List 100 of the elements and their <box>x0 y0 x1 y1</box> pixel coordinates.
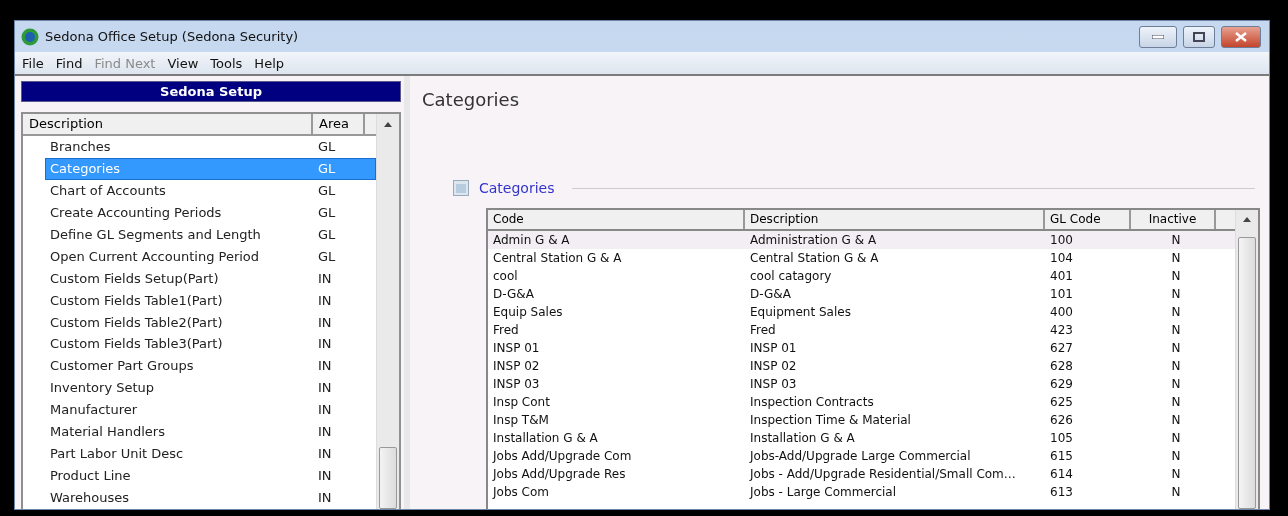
maximize-button[interactable] <box>1183 25 1215 48</box>
table-cell-text: N <box>1170 413 1182 427</box>
list-row[interactable]: Create Accounting Periods GL <box>45 201 376 224</box>
scroll-thumb[interactable] <box>1238 237 1256 509</box>
row-area: IN <box>314 292 366 308</box>
window-title: Sedona Office Setup (Sedona Security) <box>45 29 300 44</box>
row-description: Manufacturer <box>49 402 139 418</box>
table-cell-text: Insp Cont <box>492 395 551 409</box>
table-cell-text: Equipment Sales <box>749 305 852 319</box>
table-cell-text: N <box>1170 377 1182 391</box>
table-cell-text: INSP 03 <box>749 377 798 391</box>
row-description: Custom Fields Table2(Part) <box>49 314 224 330</box>
row-area: GL <box>314 227 366 242</box>
row-area: IN <box>314 270 366 286</box>
row-area: GL <box>314 139 366 155</box>
table-cell-text: 105 <box>1049 431 1074 445</box>
table-cell-text: 626 <box>1049 413 1074 427</box>
menu-item[interactable]: Help <box>249 55 289 71</box>
table-cell-text: Installation G & A <box>749 431 856 445</box>
page-title: Categories <box>422 89 521 112</box>
panel-title: Sedona Setup <box>21 81 401 102</box>
minimize-button[interactable] <box>1139 25 1177 48</box>
row-description: Custom Fields Table1(Part) <box>49 292 224 308</box>
app-logo-icon <box>21 27 39 46</box>
row-area: GL <box>314 161 366 177</box>
close-icon <box>1235 31 1247 42</box>
row-area: IN <box>314 467 366 483</box>
table-cell-text: Central Station G & A <box>749 251 880 265</box>
table-cell-text: N <box>1170 485 1182 499</box>
table-cell-text: INSP 01 <box>492 341 541 355</box>
row-description: Product Line <box>49 467 132 483</box>
table-row[interactable]: Admin G & A Administration G & A 100 N <box>488 231 1235 249</box>
table-cell-text: 100 <box>1049 233 1074 247</box>
row-area: GL <box>314 183 366 199</box>
menu-item[interactable]: Tools <box>205 55 248 71</box>
table-cell-text: Jobs - Add/Upgrade Residential/Small Com… <box>748 467 1017 481</box>
row-description: Material Handlers <box>49 424 166 439</box>
list-row[interactable]: Define GL Segments and Length GL <box>45 223 376 246</box>
list-row[interactable]: Custom Fields Table3(Part) IN <box>45 333 376 355</box>
table-cell-text: 615 <box>1049 449 1074 463</box>
list-row[interactable]: Part Labor Unit Desc IN <box>45 442 376 465</box>
row-description: Open Current Accounting Period <box>49 248 261 264</box>
list-row[interactable]: Product Line IN <box>45 464 376 487</box>
menu-item[interactable]: Find <box>50 55 88 71</box>
list-row[interactable]: Warehouses IN <box>45 486 376 509</box>
column-header[interactable]: Description <box>745 210 1045 229</box>
scroll-thumb[interactable] <box>379 447 397 509</box>
menu-item[interactable]: File <box>17 55 49 71</box>
list-row[interactable]: Material Handlers IN <box>45 420 376 443</box>
table-cell-text: N <box>1170 287 1182 301</box>
table-cell-text: N <box>1170 467 1182 481</box>
column-header[interactable]: Area <box>313 114 365 134</box>
table-cell-text: Jobs Com <box>491 485 550 499</box>
row-area: IN <box>314 314 366 330</box>
row-description: Categories <box>49 161 122 177</box>
list-row[interactable]: Open Current Accounting Period GL <box>45 245 376 268</box>
list-row[interactable]: Chart of Accounts GL <box>45 179 376 202</box>
row-area: IN <box>314 489 366 505</box>
close-button[interactable] <box>1221 25 1261 48</box>
table-icon <box>453 180 469 196</box>
row-description: Branches <box>49 139 112 155</box>
table-cell-text: 401 <box>1049 269 1074 283</box>
table-cell-text: N <box>1170 323 1182 337</box>
table-cell-text: Inspection Contracts <box>749 395 875 409</box>
table-cell-text: cool catagory <box>749 269 833 283</box>
row-area: IN <box>314 336 366 352</box>
scrollbar[interactable] <box>376 114 399 509</box>
row-description: Chart of Accounts <box>49 183 167 199</box>
column-header[interactable]: Code <box>488 210 745 229</box>
list-row[interactable]: Inventory Setup IN <box>45 376 376 399</box>
row-area: IN <box>314 424 366 439</box>
table-cell-text: N <box>1170 251 1182 265</box>
table-cell-text: INSP 03 <box>492 377 541 391</box>
table-cell-text: Inspection Time & Material <box>749 413 912 427</box>
menu-item[interactable]: View <box>162 55 204 71</box>
table-cell-text: Central Station G & A <box>492 251 623 265</box>
scroll-up-icon[interactable] <box>1243 217 1251 222</box>
table-cell-text: N <box>1170 305 1182 319</box>
list-row[interactable]: Custom Fields Setup(Part) IN <box>45 267 376 290</box>
table-cell-text: 101 <box>1049 287 1074 301</box>
table-cell-text: Fred <box>749 323 777 337</box>
list-row[interactable]: Custom Fields Table2(Part) IN <box>45 311 376 333</box>
table-cell-text: Administration G & A <box>749 233 878 247</box>
table-cell-text: Jobs-Add/Upgrade Large Commercial <box>748 449 972 463</box>
table-cell-text: 104 <box>1049 251 1074 265</box>
scroll-up-icon[interactable] <box>384 122 392 127</box>
row-area: IN <box>314 402 366 418</box>
row-area: IN <box>314 380 366 396</box>
row-description: Part Labor Unit Desc <box>49 445 185 461</box>
list-row[interactable]: Branches GL <box>45 136 376 158</box>
column-header[interactable]: Description <box>23 114 313 134</box>
table-cell-text: 627 <box>1049 341 1074 355</box>
scrollbar[interactable] <box>1235 210 1258 509</box>
list-row[interactable]: Custom Fields Table1(Part) IN <box>45 289 376 312</box>
list-row[interactable]: Customer Part Groups IN <box>45 354 376 377</box>
column-header[interactable]: Inactive <box>1131 210 1216 229</box>
list-row[interactable]: Manufacturer IN <box>45 398 376 421</box>
column-header[interactable]: GL Code <box>1045 210 1131 229</box>
table-cell-text: cool <box>492 269 519 283</box>
row-description: Define GL Segments and Length <box>49 227 262 242</box>
